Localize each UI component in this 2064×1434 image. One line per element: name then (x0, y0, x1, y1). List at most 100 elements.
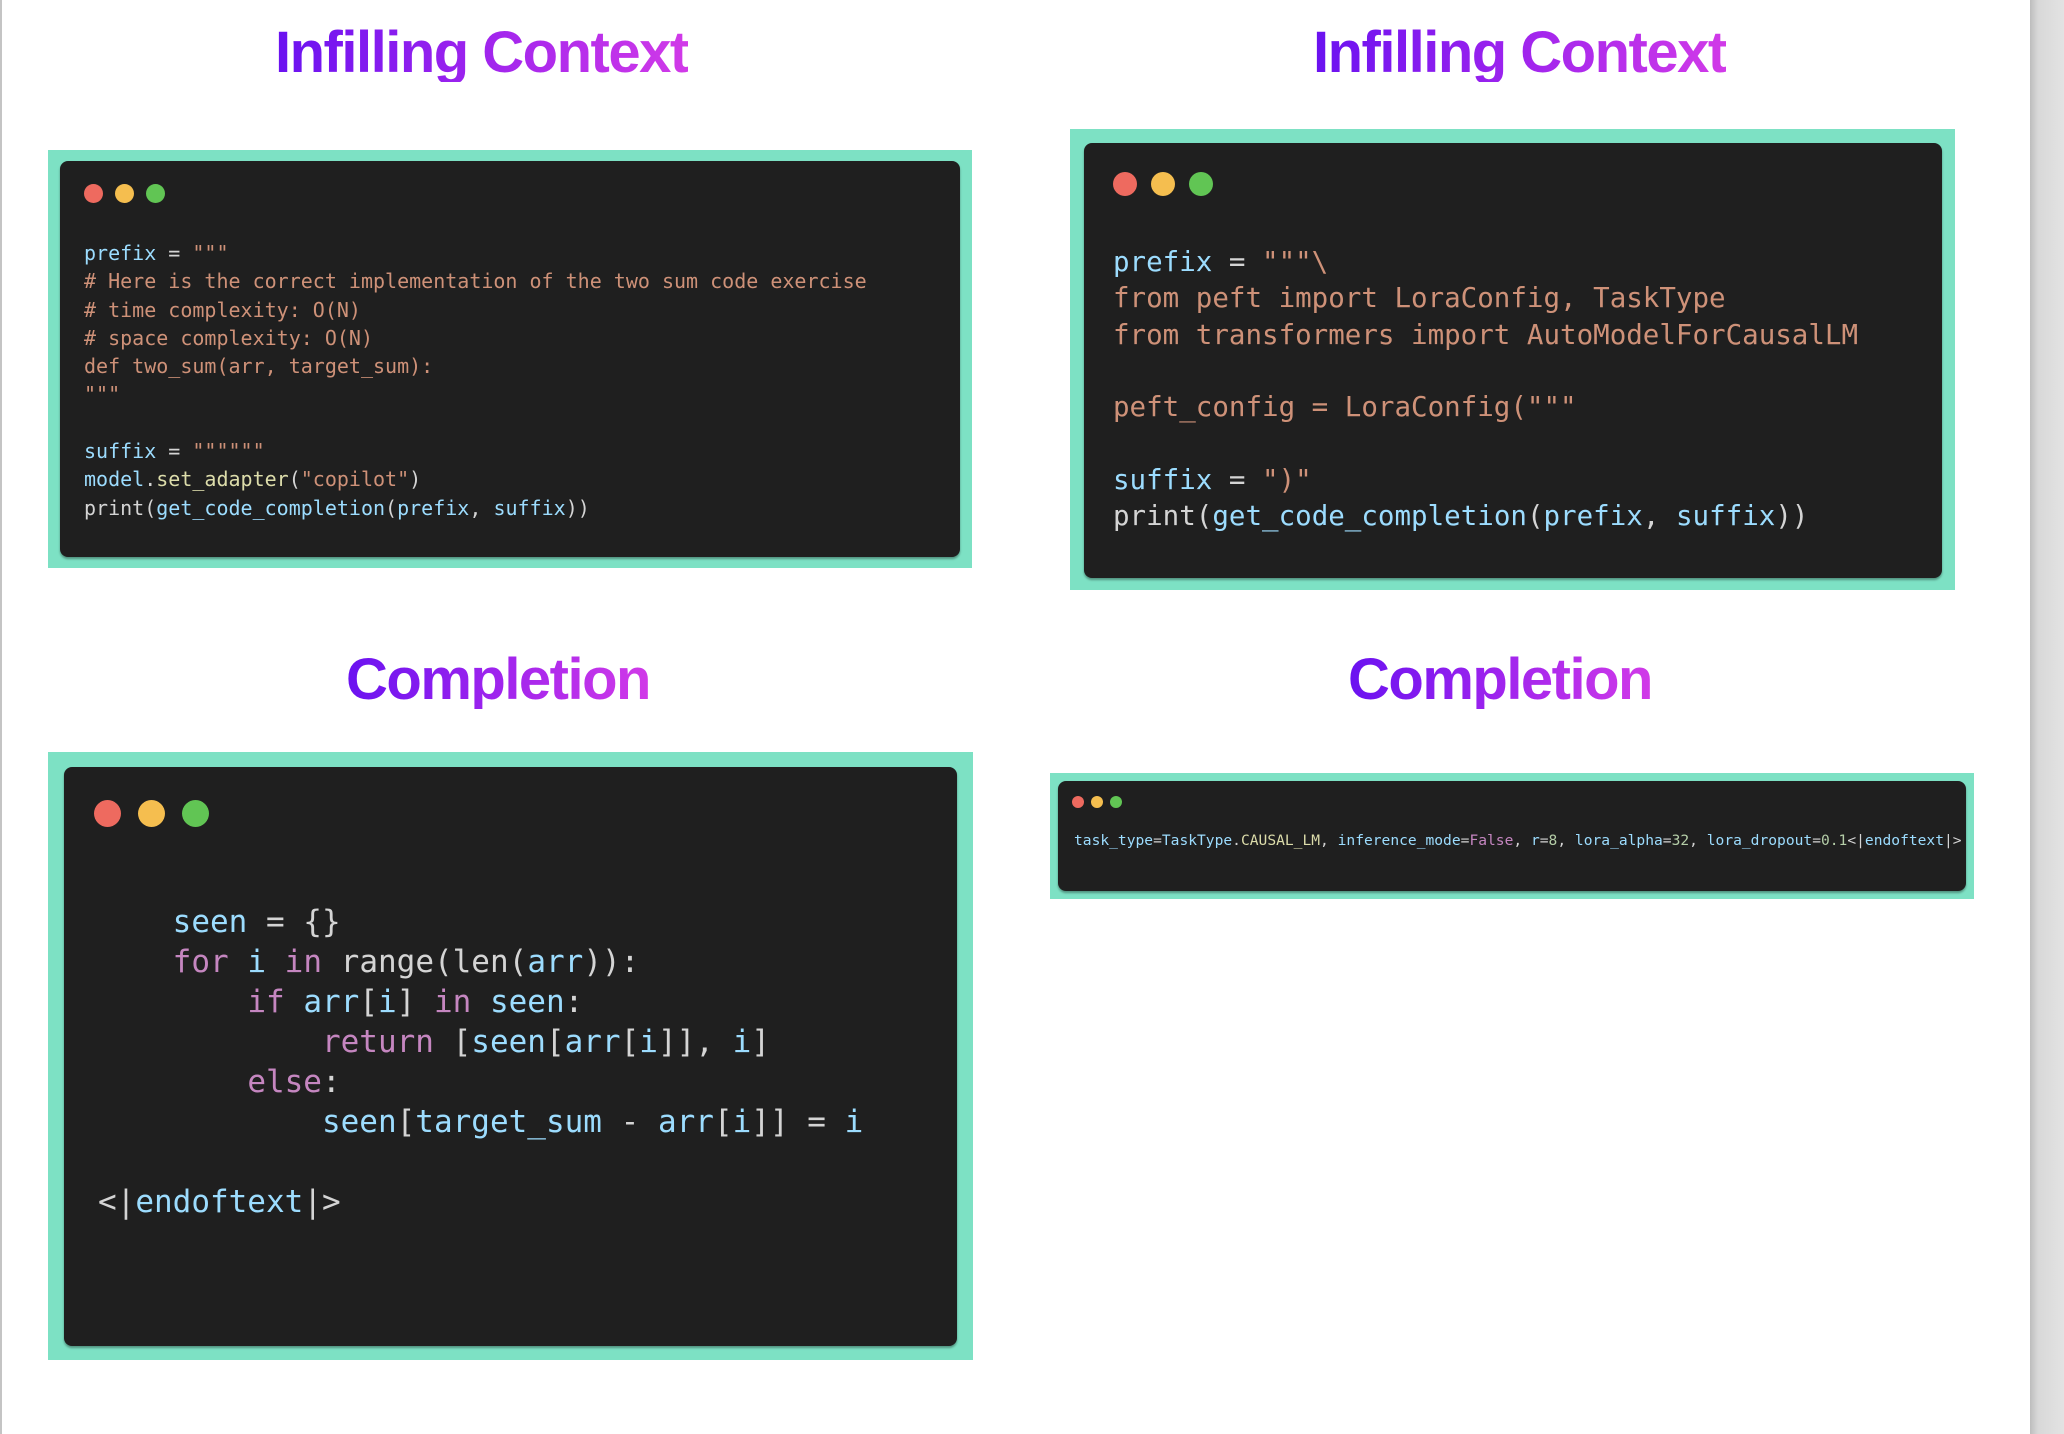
code-line: # Here is the correct implementation of … (84, 267, 867, 295)
code-token: """ (84, 382, 121, 407)
code-token: . (144, 467, 157, 492)
minimize-dot-icon (1091, 796, 1103, 808)
code-token: [ (359, 984, 378, 1020)
code-token: ( (385, 495, 398, 520)
code-token: seen (321, 1104, 397, 1140)
code-window-left-completion: seen = {} for i in range(len(arr)): if a… (64, 767, 957, 1346)
code-card-left-context: prefix = """ # Here is the correct implem… (48, 150, 972, 568)
code-token: prefix (84, 241, 157, 265)
code-token: prefix (1113, 246, 1213, 278)
heading-right-infilling-context: Infilling Context (1313, 20, 1727, 85)
code-token: i (732, 1104, 752, 1140)
code-token: = (1539, 832, 1549, 849)
code-token: prefix (1543, 500, 1643, 533)
code-token: TaskType (1161, 832, 1233, 849)
code-token: [ (620, 1024, 640, 1060)
code-line: peft_config = LoraConfig(""" (1113, 389, 1858, 425)
code-token: # Here is the correct implementation of … (84, 269, 867, 294)
code-block: seen = {} for i in range(len(arr)): if a… (98, 862, 863, 1222)
code-line: return [seen[arr[i]], i] (98, 1022, 863, 1062)
code-token: if (247, 984, 285, 1020)
code-line: suffix = """""" (84, 437, 867, 465)
code-token: . (1232, 832, 1241, 849)
code-token: : (564, 984, 584, 1020)
code-token: get_code_completion (1212, 500, 1527, 533)
heading-left-completion: Completion (346, 647, 651, 712)
code-token: = (1812, 832, 1821, 849)
minimize-dot-icon (138, 800, 165, 827)
code-line: prefix = """\ (1113, 244, 1858, 280)
code-token: , (1557, 832, 1575, 849)
code-token: def two_sum(arr, target_sum): (84, 354, 434, 379)
code-window-right-completion: task_type=TaskType.CAUSAL_LM, inference_… (1058, 781, 1966, 891)
close-dot-icon (94, 800, 121, 827)
code-token: - (601, 1104, 658, 1140)
code-token: arr (527, 944, 584, 980)
code-token: suffix (493, 495, 566, 520)
code-token: ]], (657, 1024, 733, 1060)
code-token: = (1212, 463, 1263, 496)
code-token: arr (657, 1104, 714, 1140)
code-token: = (1212, 246, 1263, 278)
code-line (1113, 425, 1858, 461)
code-token: inference_mode (1337, 832, 1461, 849)
code-token: r (1530, 832, 1540, 849)
code-token: model (84, 467, 145, 492)
heading-right-completion: Completion (1348, 647, 1653, 712)
code-token: ")" (1262, 463, 1312, 496)
code-token: print (84, 495, 145, 520)
close-dot-icon (84, 184, 103, 203)
code-line (84, 409, 867, 437)
page-scrollbar[interactable] (2030, 0, 2064, 1434)
code-token: arr (564, 1024, 621, 1060)
code-token: ] (396, 984, 434, 1020)
code-token: <| (1847, 832, 1865, 849)
code-token: ]] = (751, 1104, 845, 1140)
maximize-dot-icon (1110, 796, 1122, 808)
code-token: for (172, 944, 229, 980)
code-token: # time complexity: O(N) (84, 297, 361, 322)
code-token: <| (98, 1184, 136, 1220)
code-line: print(get_code_completion(prefix, suffix… (84, 494, 867, 522)
code-line: # time complexity: O(N) (84, 296, 867, 324)
code-block: prefix = """ # Here is the correct implem… (84, 239, 867, 522)
code-token: range(len( (322, 944, 528, 980)
code-token: seen (172, 904, 248, 940)
code-token: ( (1195, 500, 1213, 533)
maximize-dot-icon (1189, 172, 1213, 196)
code-token: i (844, 1104, 864, 1140)
window-controls (1072, 796, 1122, 808)
code-line: task_type=TaskType.CAUSAL_LM, inference_… (1074, 832, 1962, 850)
code-line: from peft import LoraConfig, TaskType (1113, 280, 1858, 316)
code-block: prefix = """\ from peft import LoraConfig… (1113, 244, 1858, 534)
code-block: task_type=TaskType.CAUSAL_LM, inference_… (1074, 832, 1962, 850)
window-controls (84, 184, 165, 203)
code-line: seen[target_sum - arr[i]] = i (98, 1102, 863, 1142)
code-card-right-context: prefix = """\ from peft import LoraConfig… (1070, 129, 1955, 590)
code-line: else: (98, 1062, 863, 1102)
code-token: print (1113, 500, 1196, 533)
code-token: i (377, 984, 397, 1020)
code-line: def two_sum(arr, target_sum): (84, 352, 867, 380)
window-controls (1113, 172, 1213, 196)
code-token: = {} (247, 904, 341, 940)
code-line: suffix = ")" (1113, 462, 1858, 498)
code-token: ( (288, 467, 301, 492)
code-token: """\ (1262, 246, 1329, 278)
code-token: ( (144, 495, 157, 520)
code-token: suffix (1113, 463, 1213, 496)
code-line: for i in range(len(arr)): (98, 942, 863, 982)
code-token: seen (471, 1024, 546, 1060)
code-window-left-context: prefix = """ # Here is the correct implem… (60, 161, 960, 557)
code-token: )) (565, 495, 590, 520)
code-token: in (433, 984, 472, 1020)
